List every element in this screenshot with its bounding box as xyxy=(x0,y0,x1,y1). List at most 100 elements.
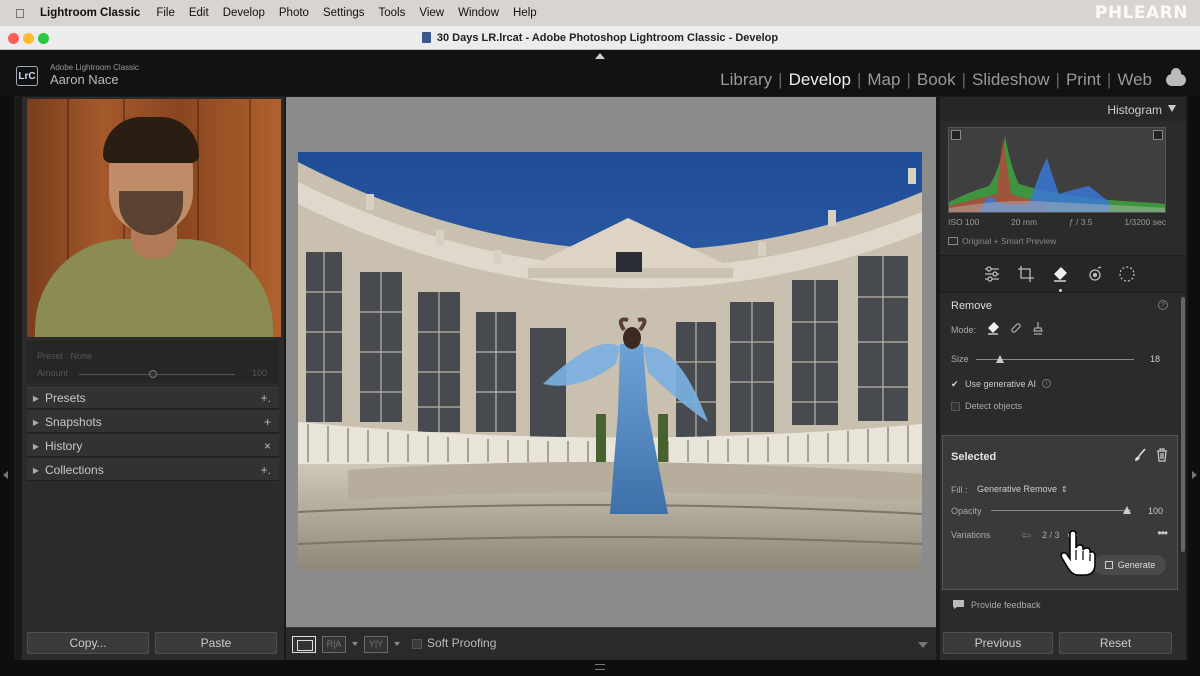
menu-settings[interactable]: Settings xyxy=(323,7,365,19)
menu-app-name[interactable]: Lightroom Classic xyxy=(40,7,140,19)
reference-view-button[interactable]: R|A xyxy=(322,636,346,653)
reset-button[interactable]: Reset xyxy=(1059,632,1172,654)
clone-stamp-icon[interactable] xyxy=(1031,321,1045,335)
edit-sliders-icon[interactable] xyxy=(983,265,1001,283)
previous-button[interactable]: Previous xyxy=(943,632,1053,654)
left-panel-toggle-icon[interactable] xyxy=(3,471,8,479)
app-name-small: Adobe Lightroom Classic xyxy=(50,63,139,72)
module-book[interactable]: Book xyxy=(911,70,962,90)
red-eye-icon[interactable] xyxy=(1086,265,1104,283)
add-snapshot-icon[interactable]: + xyxy=(264,415,271,429)
loupe-view xyxy=(286,97,936,627)
previous-variation-arrow-icon[interactable]: ⇦ xyxy=(1021,528,1031,542)
soft-proofing-label: Soft Proofing xyxy=(427,636,497,650)
smart-preview-status: Original + Smart Preview xyxy=(948,236,1056,246)
menu-help[interactable]: Help xyxy=(513,7,537,19)
section-label: Presets xyxy=(45,391,86,405)
masking-icon[interactable] xyxy=(1118,265,1136,283)
remove-title: Remove xyxy=(951,300,992,312)
copy-button[interactable]: Copy... xyxy=(27,632,149,654)
expand-triangle-icon[interactable]: ▶ xyxy=(27,418,45,427)
section-presets[interactable]: ▶ Presets +. xyxy=(27,387,279,409)
opacity-slider-track[interactable] xyxy=(991,510,1131,511)
close-window-button[interactable] xyxy=(8,33,19,44)
expand-triangle-icon[interactable]: ▶ xyxy=(27,442,45,451)
cloud-sync-icon[interactable] xyxy=(1166,68,1186,86)
opacity-value[interactable]: 100 xyxy=(1148,506,1163,516)
module-map[interactable]: Map xyxy=(861,70,906,90)
histogram-graph[interactable] xyxy=(948,127,1166,213)
clear-history-icon[interactable]: × xyxy=(264,439,271,453)
left-panel-edge xyxy=(0,96,14,660)
opacity-slider-thumb[interactable] xyxy=(1123,506,1131,514)
menu-tools[interactable]: Tools xyxy=(379,7,406,19)
more-options-icon[interactable]: ••• xyxy=(1157,526,1168,540)
generate-button[interactable]: Generate xyxy=(1094,555,1166,575)
size-value[interactable]: 18 xyxy=(1150,354,1160,364)
menu-view[interactable]: View xyxy=(419,7,444,19)
menu-edit[interactable]: Edit xyxy=(189,7,209,19)
module-slideshow[interactable]: Slideshow xyxy=(966,70,1056,90)
shadow-clipping-indicator[interactable] xyxy=(951,130,961,140)
develop-tool-strip xyxy=(940,255,1186,293)
add-collection-icon[interactable]: +. xyxy=(261,463,271,477)
use-generative-ai-checkbox[interactable]: ✔ xyxy=(951,380,960,389)
histogram-header[interactable]: Histogram xyxy=(940,97,1186,121)
module-print[interactable]: Print xyxy=(1060,70,1107,90)
help-icon[interactable]: ? xyxy=(1158,300,1168,310)
fill-select[interactable]: Generative Remove ⇕ xyxy=(977,484,1068,494)
info-icon[interactable]: i xyxy=(1042,379,1051,388)
brush-icon[interactable] xyxy=(1133,448,1147,462)
soft-proofing-checkbox[interactable] xyxy=(412,639,422,649)
top-panel-toggle-icon[interactable] xyxy=(595,53,605,59)
histogram-title: Histogram xyxy=(1107,103,1162,117)
filmstrip-grip-icon[interactable] xyxy=(595,664,605,670)
before-after-view-button[interactable]: Y|Y xyxy=(364,636,388,653)
amount-slider-thumb[interactable] xyxy=(149,370,157,378)
main-photo[interactable] xyxy=(298,152,922,570)
reference-view-icon: R|A xyxy=(326,639,342,649)
variations-label: Variations xyxy=(951,530,991,540)
collapse-triangle-icon[interactable] xyxy=(1168,105,1176,112)
highlight-clipping-indicator[interactable] xyxy=(1153,130,1163,140)
menu-develop[interactable]: Develop xyxy=(223,7,265,19)
menu-photo[interactable]: Photo xyxy=(279,7,309,19)
section-history[interactable]: ▶ History × xyxy=(27,435,279,457)
chevron-down-icon[interactable] xyxy=(352,642,358,646)
provide-feedback-link[interactable]: Provide feedback xyxy=(971,600,1041,610)
paste-button[interactable]: Paste xyxy=(155,632,277,654)
menu-file[interactable]: File xyxy=(156,7,175,19)
right-panel-toggle-icon[interactable] xyxy=(1192,471,1197,479)
module-develop[interactable]: Develop xyxy=(783,70,857,90)
section-snapshots[interactable]: ▶ Snapshots + xyxy=(27,411,279,433)
apple-icon[interactable]:  xyxy=(0,6,40,21)
window-title-bar: 30 Days LR.lrcat - Adobe Photoshop Light… xyxy=(0,26,1200,50)
maximize-window-button[interactable] xyxy=(38,33,49,44)
expand-triangle-icon[interactable]: ▶ xyxy=(27,466,45,475)
loupe-view-button[interactable] xyxy=(292,636,316,653)
minimize-window-button[interactable] xyxy=(23,33,34,44)
crop-icon[interactable] xyxy=(1017,265,1035,283)
chevron-down-icon[interactable] xyxy=(394,642,400,646)
detect-objects-label: Detect objects xyxy=(965,401,1023,411)
expand-triangle-icon[interactable]: ▶ xyxy=(27,394,45,403)
feedback-speech-bubble-icon[interactable] xyxy=(952,599,965,610)
mac-menu-bar:  Lightroom Classic File Edit Develop Ph… xyxy=(0,0,1200,26)
remove-mode-eraser-icon[interactable] xyxy=(986,321,1000,335)
trash-icon[interactable] xyxy=(1155,448,1169,462)
left-panel: Preset : None Amount 100 ▶ Presets +. ▶ … xyxy=(22,97,284,660)
right-panel-scrollbar[interactable] xyxy=(1181,297,1185,552)
module-library[interactable]: Library xyxy=(714,70,778,90)
module-web[interactable]: Web xyxy=(1111,70,1158,90)
toolbar-menu-chevron-icon[interactable] xyxy=(918,642,928,648)
heal-bandage-icon[interactable] xyxy=(1009,321,1023,335)
add-preset-icon[interactable]: +. xyxy=(261,391,271,405)
shutter-value: 1/3200 sec xyxy=(1124,217,1166,227)
amount-slider-track[interactable] xyxy=(79,374,235,375)
detect-objects-checkbox[interactable] xyxy=(951,402,960,411)
menu-window[interactable]: Window xyxy=(458,7,499,19)
remove-eraser-icon[interactable] xyxy=(1051,265,1069,283)
section-collections[interactable]: ▶ Collections +. xyxy=(27,459,279,481)
module-picker: Library | Develop | Map | Book | Slideshow | … xyxy=(714,68,1186,90)
size-slider-thumb[interactable] xyxy=(996,355,1004,363)
